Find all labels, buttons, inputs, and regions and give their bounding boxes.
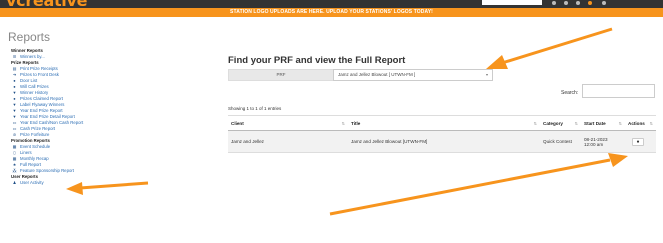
- sort-icon: ⇅: [618, 121, 622, 126]
- info-icon: ●: [13, 84, 16, 89]
- sitemap-icon: ⁂: [12, 168, 17, 173]
- global-search-input[interactable]: [482, 0, 542, 5]
- gear-icon[interactable]: [564, 1, 568, 5]
- trophy-icon: ▼: [12, 90, 17, 95]
- announcement-banner[interactable]: STATION LOGO UPLOADS ARE HERE. UPLOAD YO…: [0, 8, 663, 17]
- table-search-label: Search:: [561, 90, 579, 96]
- document-icon: ▯: [13, 150, 16, 155]
- page-title: Reports: [8, 30, 51, 44]
- sort-icon: ⇅: [574, 121, 578, 126]
- top-navbar: vcreative: [0, 0, 663, 8]
- arrow-circle-icon: ➔: [12, 72, 17, 77]
- reports-sidebar: Winner Reports ☰ Winners by... Prize Repo…: [11, 48, 121, 186]
- money-icon: ▭: [12, 120, 17, 125]
- view-report-button[interactable]: ●: [632, 137, 644, 146]
- table-header-row: Client ⇅ Title ⇅ Category ⇅ Start Date ⇅ Act…: [228, 115, 656, 131]
- prf-select[interactable]: Jamz and Jellez Blowout [ UTWN-FM ] ▾: [333, 69, 493, 81]
- help-icon[interactable]: [602, 1, 606, 5]
- list-icon: ☰: [12, 54, 17, 59]
- main-heading: Find your PRF and view the Full Report: [228, 55, 406, 66]
- check-circle-icon: ●: [13, 96, 16, 101]
- column-header-client[interactable]: Client ⇅: [228, 115, 348, 131]
- user-icon[interactable]: [552, 1, 556, 5]
- trophy-icon: ▼: [12, 102, 17, 107]
- prf-select-value: Jamz and Jellez Blowout [ UTWN-FM ]: [338, 72, 416, 77]
- notification-icon[interactable]: [588, 1, 592, 5]
- column-header-actions[interactable]: Actions ⇅: [625, 115, 656, 131]
- star-icon: ★: [12, 162, 17, 167]
- calendar-icon: ▦: [12, 156, 17, 161]
- print-icon: ▤: [12, 66, 17, 71]
- prf-label: PRF: [228, 69, 334, 81]
- sort-icon: ⇅: [649, 121, 653, 126]
- column-header-start-date[interactable]: Start Date ⇅: [581, 115, 625, 131]
- info-icon: ●: [13, 78, 16, 83]
- topbar-icons: [550, 0, 660, 6]
- column-header-category[interactable]: Category ⇅: [540, 115, 581, 131]
- user-icon: ♟: [12, 180, 17, 185]
- annotation-arrow-top: [486, 27, 613, 69]
- entries-info: Showing 1 to 1 of 1 entries: [228, 106, 282, 111]
- calendar-icon: ▦: [12, 144, 17, 149]
- sort-icon: ⇅: [341, 121, 345, 126]
- column-header-title[interactable]: Title ⇅: [348, 115, 540, 131]
- money-icon: ▭: [12, 126, 17, 131]
- trophy-icon: ▼: [12, 108, 17, 113]
- brand-logo[interactable]: vcreative: [6, 0, 87, 8]
- ban-icon: ⊘: [12, 132, 17, 137]
- bell-icon[interactable]: [576, 1, 580, 5]
- trophy-icon: ▼: [12, 114, 17, 119]
- sort-icon: ⇅: [533, 121, 537, 126]
- annotation-arrow-sidebar: [66, 181, 149, 195]
- report-table: Client ⇅ Title ⇅ Category ⇅ Start Date ⇅ Act…: [228, 115, 656, 153]
- table-search-input[interactable]: [582, 84, 655, 98]
- eye-icon: ●: [636, 138, 640, 145]
- annotation-arrow-table: [329, 153, 628, 216]
